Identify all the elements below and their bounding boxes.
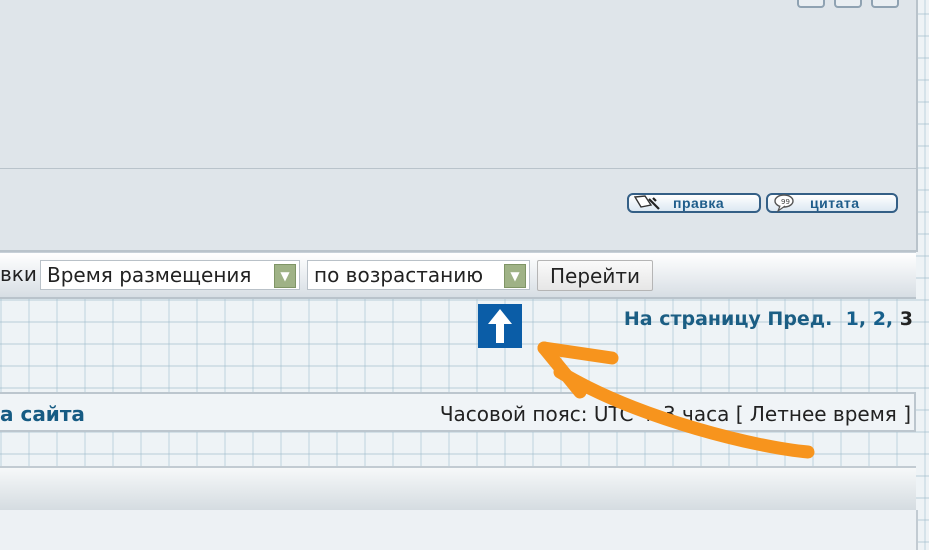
page-link-2[interactable]: 2 bbox=[873, 308, 886, 330]
chevron-down-icon: ▼ bbox=[274, 264, 296, 288]
warning-icon[interactable] bbox=[871, 0, 899, 8]
post-body bbox=[0, 0, 916, 169]
sort-order-select[interactable]: по возрастанию ▼ bbox=[307, 260, 530, 290]
quote-button[interactable]: 99 цитата bbox=[766, 193, 898, 213]
sort-order-value: по возрастанию bbox=[314, 263, 484, 287]
edit-button-label: правка bbox=[673, 195, 725, 211]
page-link-1[interactable]: 1 bbox=[846, 308, 859, 330]
sort-label-partial: вки bbox=[0, 262, 37, 286]
back-to-top-button[interactable] bbox=[478, 304, 522, 348]
page-current: 3 bbox=[899, 308, 913, 330]
sort-field-value: Время размещения bbox=[47, 263, 252, 287]
svg-text:99: 99 bbox=[781, 198, 790, 206]
edit-button[interactable]: правка bbox=[627, 193, 761, 213]
chevron-down-icon: ▼ bbox=[504, 264, 526, 288]
go-button[interactable]: Перейти bbox=[537, 260, 653, 291]
quote-button-label: цитата bbox=[810, 195, 860, 211]
arrow-up-icon bbox=[488, 309, 512, 343]
forum-section-header bbox=[0, 466, 916, 510]
site-index-link[interactable]: а сайта bbox=[0, 402, 85, 426]
pagination: На страницу Пред. 1, 2, 3 bbox=[623, 308, 913, 330]
speech-bubble-icon: 99 bbox=[768, 193, 808, 213]
info-icon[interactable] bbox=[834, 0, 862, 8]
sort-field-select[interactable]: Время размещения ▼ bbox=[40, 260, 300, 290]
pagination-label[interactable]: На страницу Пред. bbox=[624, 308, 833, 330]
report-icon[interactable] bbox=[797, 0, 825, 8]
forum-section-body bbox=[0, 510, 918, 550]
edit-pencil-icon bbox=[629, 193, 669, 213]
timezone-text: Часовой пояс: UTC + 3 часа [ Летнее врем… bbox=[439, 402, 911, 426]
